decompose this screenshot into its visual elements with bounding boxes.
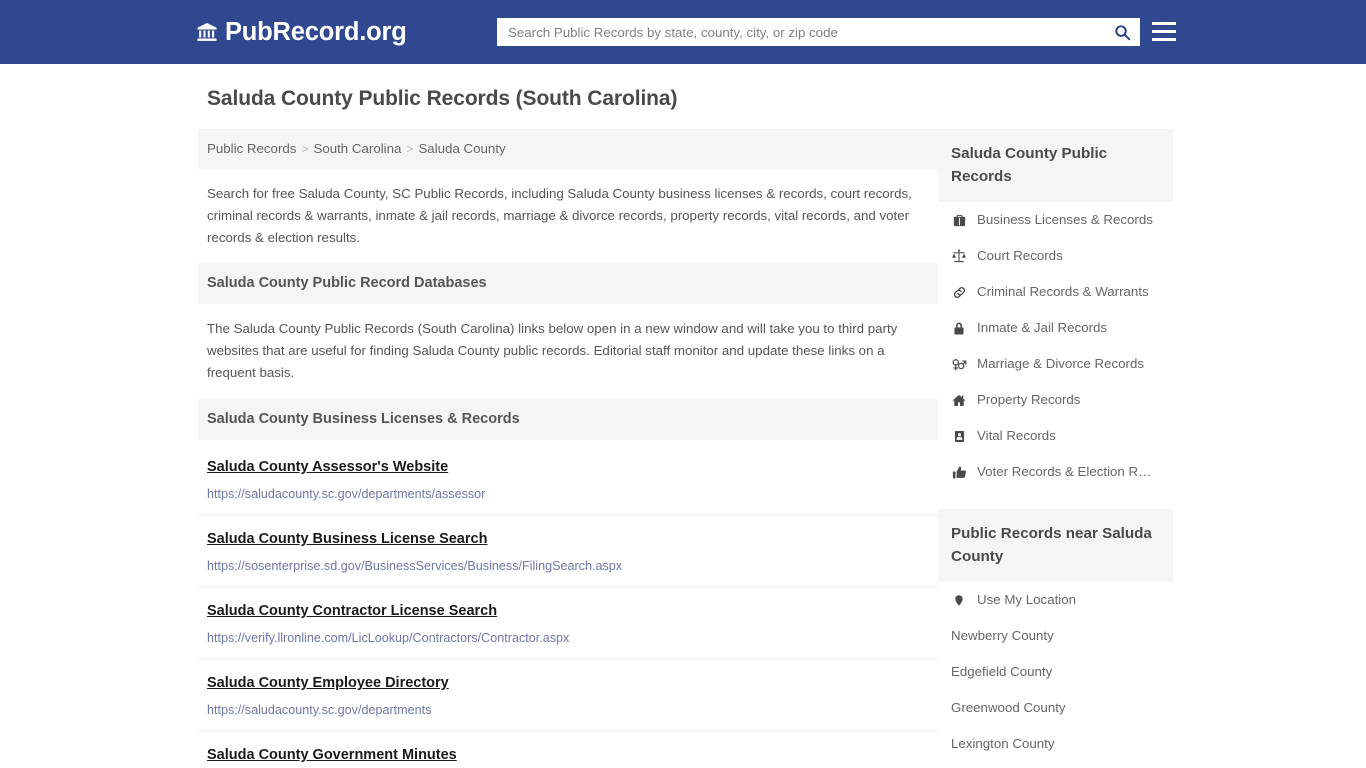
sidebar-heading-near: Public Records near Saluda County (938, 509, 1173, 582)
thumbs-up-icon (951, 464, 967, 480)
hamburger-menu-icon[interactable] (1152, 19, 1176, 44)
sidebar-item-use-my-location[interactable]: Use My Location (938, 582, 1173, 618)
section-body-databases: The Saluda County Public Records (South … (207, 321, 898, 380)
intro-paragraph: Search for free Saluda County, SC Public… (207, 186, 912, 245)
sidebar-item-vital-records[interactable]: Vital Records (938, 418, 1173, 454)
sidebar-records-list: Business Licenses & Records Court Record… (938, 202, 1173, 490)
sidebar-item-inmate-jail-records[interactable]: Inmate & Jail Records (938, 310, 1173, 346)
record-link-title[interactable]: Saluda County Contractor License Search (207, 602, 497, 621)
site-logo-text: PubRecord.org (225, 18, 407, 46)
sidebar-item-label: Court Records (977, 248, 1063, 263)
map-pin-icon (951, 592, 967, 608)
record-link-title[interactable]: Saluda County Business License Search (207, 530, 487, 549)
sidebar-item-criminal-records[interactable]: Criminal Records & Warrants (938, 274, 1173, 310)
breadcrumb: Public Records > South Carolina > Saluda Cou… (198, 129, 938, 169)
sidebar-item-edgefield-county[interactable]: Edgefield County (938, 654, 1173, 690)
sidebar-item-label: Property Records (977, 392, 1081, 407)
sidebar-item-court-records[interactable]: Court Records (938, 238, 1173, 274)
record-link-title[interactable]: Saluda County Assessor's Website (207, 458, 448, 477)
sidebar-item-aiken-county[interactable]: Aiken County (938, 762, 1173, 768)
search-box[interactable] (497, 18, 1140, 46)
section-heading-databases: Saluda County Public Record Databases (198, 263, 938, 304)
sidebar-item-label: Marriage & Divorce Records (977, 356, 1145, 371)
bank-icon (196, 21, 218, 43)
list-item[interactable]: Saluda County Assessor's Website https:/… (198, 444, 938, 516)
id-card-icon (951, 428, 967, 444)
breadcrumb-separator: > (301, 142, 309, 156)
sidebar-item-label: Voter Records & Election R… (977, 464, 1152, 479)
menu-bar-3 (1152, 37, 1176, 42)
sidebar-item-label: Greenwood County (951, 700, 1066, 715)
list-item[interactable]: Saluda County Government Minutes https:/… (198, 732, 938, 768)
sidebar-item-label: Criminal Records & Warrants (977, 284, 1149, 299)
sidebar-item-label: Inmate & Jail Records (977, 320, 1108, 335)
sidebar-item-newberry-county[interactable]: Newberry County (938, 618, 1173, 654)
list-item[interactable]: Saluda County Business License Search ht… (198, 516, 938, 588)
sidebar-item-label: Lexington County (951, 736, 1055, 751)
sidebar-heading-records: Saluda County Public Records (938, 129, 1173, 202)
section-heading-business-licenses: Saluda County Business Licenses & Record… (198, 399, 938, 440)
breadcrumb-item-south-carolina[interactable]: South Carolina (313, 141, 401, 156)
record-link-url[interactable]: https://verify.llronline.com/LicLookup/C… (207, 630, 929, 646)
sidebar-item-label: Newberry County (951, 628, 1054, 643)
sidebar: Saluda County Public Records Business Li… (938, 129, 1173, 768)
sidebar-near-list: Use My Location Newberry County Edgefiel… (938, 582, 1173, 768)
sidebar-item-voter-records[interactable]: Voter Records & Election R… (938, 454, 1173, 490)
record-link-title[interactable]: Saluda County Government Minutes (207, 746, 457, 765)
sidebar-item-label: Edgefield County (951, 664, 1053, 679)
list-item[interactable]: Saluda County Employee Directory https:/… (198, 660, 938, 732)
briefcase-icon (951, 212, 967, 228)
record-link-url[interactable]: https://sosenterprise.sd.gov/BusinessSer… (207, 558, 929, 574)
sidebar-item-lexington-county[interactable]: Lexington County (938, 726, 1173, 762)
venus-mars-icon (951, 356, 967, 372)
search-input[interactable] (498, 19, 1105, 45)
balance-scale-icon (951, 248, 967, 264)
record-link-url[interactable]: https://saludacounty.sc.gov/departments/… (207, 486, 929, 502)
record-link-url[interactable]: https://saludacounty.sc.gov/departments (207, 702, 929, 718)
breadcrumb-separator: > (406, 142, 414, 156)
sidebar-item-label: Vital Records (977, 428, 1056, 443)
lock-icon (951, 320, 967, 336)
chain-link-icon (951, 284, 967, 300)
sidebar-box-near: Public Records near Saluda County Use My… (938, 509, 1173, 768)
menu-bar-2 (1152, 29, 1176, 34)
search-button[interactable] (1105, 19, 1139, 45)
sidebar-item-greenwood-county[interactable]: Greenwood County (938, 690, 1173, 726)
record-link-title[interactable]: Saluda County Employee Directory (207, 674, 449, 693)
site-logo-link[interactable]: PubRecord.org (196, 19, 407, 45)
breadcrumb-item-public-records[interactable]: Public Records (207, 141, 296, 156)
sidebar-item-business-licenses[interactable]: Business Licenses & Records (938, 202, 1173, 238)
business-links-list: Saluda County Assessor's Website https:/… (198, 444, 938, 768)
sidebar-item-label: Use My Location (977, 592, 1077, 607)
sidebar-item-marriage-divorce-records[interactable]: Marriage & Divorce Records (938, 346, 1173, 382)
search-icon (1114, 24, 1131, 41)
sidebar-box-records: Saluda County Public Records Business Li… (938, 129, 1173, 490)
main-content: Public Records > South Carolina > Saluda Cou… (198, 129, 938, 768)
sidebar-item-label: Business Licenses & Records (977, 212, 1153, 227)
menu-bar-1 (1152, 21, 1176, 26)
site-header: PubRecord.org (0, 0, 1366, 64)
list-item[interactable]: Saluda County Contractor License Search … (198, 588, 938, 660)
home-icon (951, 392, 967, 408)
page-title: Saluda County Public Records (South Caro… (207, 87, 678, 110)
breadcrumb-item-saluda-county[interactable]: Saluda County (418, 141, 505, 156)
page-body: Saluda County Public Records (South Caro… (0, 64, 1366, 768)
sidebar-item-property-records[interactable]: Property Records (938, 382, 1173, 418)
